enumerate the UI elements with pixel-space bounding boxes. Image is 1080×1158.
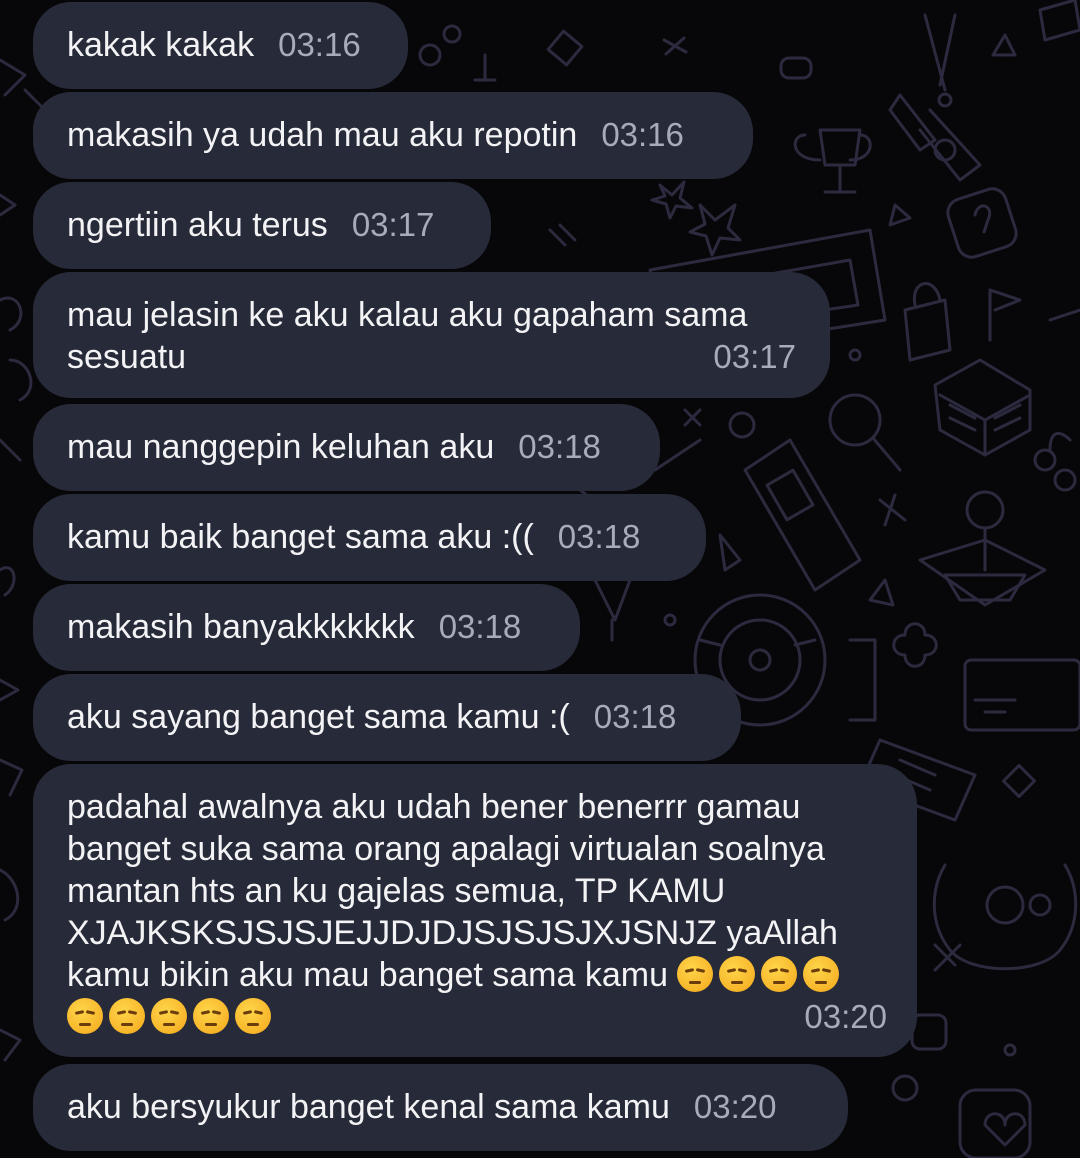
pensive-face-icon	[719, 956, 756, 992]
message-time: 03:18	[557, 518, 641, 555]
pensive-face-icon	[193, 998, 229, 1034]
message-text: makasih ya udah mau aku repotin	[67, 116, 578, 154]
pensive-face-icon	[151, 998, 187, 1034]
message-bubble[interactable]: padahal awalnya aku udah bener benerrr g…	[33, 764, 917, 1057]
message-time: 03:20	[693, 1088, 777, 1125]
message-bubble[interactable]: mau nanggepin keluhan aku 03:18	[33, 404, 660, 491]
pensive-face-icon	[677, 956, 714, 992]
message-time: 03:18	[518, 428, 601, 465]
message-bubble[interactable]: makasih ya udah mau aku repotin 03:16	[33, 92, 753, 179]
message-text: aku sayang banget sama kamu :(	[67, 698, 570, 736]
message-bubble[interactable]: mau jelasin ke aku kalau aku gapaham sam…	[33, 272, 830, 398]
message-time: 03:18	[593, 698, 677, 735]
message-text: kamu baik banget sama aku :((	[67, 518, 534, 556]
message-time: 03:16	[278, 26, 361, 63]
message-time: 03:17	[351, 206, 435, 243]
message-bubble[interactable]: kamu baik banget sama aku :(( 03:18	[33, 494, 706, 581]
pensive-face-icon	[67, 998, 103, 1034]
chat-message-list[interactable]: kakak kakak 03:16 makasih ya udah mau aku…	[0, 0, 1080, 1158]
message-time: 03:16	[601, 116, 684, 153]
message-bubble[interactable]: kakak kakak 03:16	[33, 2, 408, 89]
message-text: ngertiin aku terus	[67, 206, 328, 244]
message-text: kakak kakak	[67, 26, 255, 64]
message-text: makasih banyakkkkkkk	[67, 608, 415, 646]
pensive-face-icon	[109, 998, 145, 1034]
message-time: 03:18	[438, 608, 522, 645]
pensive-face-icon	[761, 956, 798, 992]
message-text: mau nanggepin keluhan aku	[67, 428, 495, 466]
message-bubble[interactable]: aku bersyukur banget kenal sama kamu 03:2…	[33, 1064, 848, 1151]
message-text: aku bersyukur banget kenal sama kamu	[67, 1088, 670, 1126]
message-bubble[interactable]: aku sayang banget sama kamu :( 03:18	[33, 674, 741, 761]
pensive-face-icon	[803, 956, 840, 992]
pensive-face-icon	[235, 998, 271, 1034]
message-bubble[interactable]: ngertiin aku terus 03:17	[33, 182, 491, 269]
message-bubble[interactable]: makasih banyakkkkkkk 03:18	[33, 584, 580, 671]
